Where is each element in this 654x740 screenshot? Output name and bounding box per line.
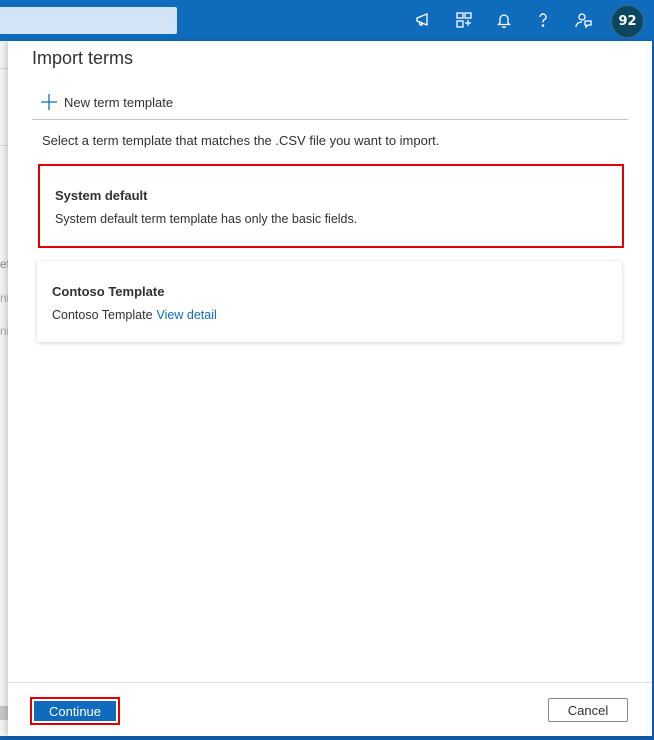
- continue-button-highlight: Continue: [30, 697, 120, 725]
- template-description: System default term template has only th…: [55, 212, 358, 226]
- view-detail-link[interactable]: View detail: [157, 308, 217, 322]
- top-bar: 92: [0, 0, 654, 41]
- feedback-icon[interactable]: [572, 9, 594, 31]
- plus-icon: [41, 94, 57, 110]
- panel-title: Import terms: [32, 48, 134, 68]
- background-scrollbar: [0, 706, 8, 720]
- template-title: System default: [55, 188, 148, 203]
- import-terms-panel: Import terms New term template Select a …: [8, 41, 652, 736]
- switch-icon[interactable]: [453, 9, 475, 31]
- search-box[interactable]: [0, 7, 177, 34]
- footer-divider: [8, 682, 652, 683]
- bell-icon[interactable]: [493, 9, 515, 31]
- cancel-button[interactable]: Cancel: [548, 698, 628, 722]
- instruction-text: Select a term template that matches the …: [42, 133, 440, 148]
- template-card-system-default[interactable]: System default System default term templ…: [38, 164, 624, 248]
- template-card-contoso[interactable]: Contoso Template Contoso Template View de…: [37, 261, 622, 342]
- template-title: Contoso Template: [52, 284, 165, 299]
- help-icon[interactable]: [532, 9, 554, 31]
- new-term-template-label: New term template: [64, 94, 174, 110]
- template-description-text: Contoso Template: [52, 308, 153, 322]
- megaphone-icon[interactable]: [413, 9, 435, 31]
- template-description: Contoso Template View detail: [52, 308, 217, 322]
- divider: [32, 119, 628, 120]
- new-term-template-button[interactable]: New term template: [40, 93, 173, 111]
- continue-button[interactable]: Continue: [34, 701, 116, 721]
- avatar[interactable]: 92: [611, 5, 644, 38]
